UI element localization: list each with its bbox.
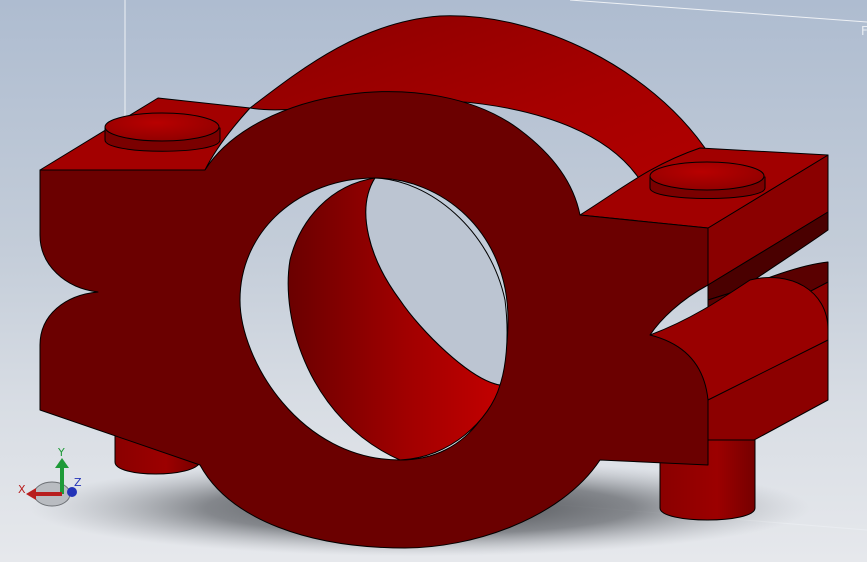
pipe-clamp-model[interactable]: [39, 15, 829, 549]
triad-y-arrow: [55, 458, 69, 468]
triad-x-label: X: [18, 483, 26, 496]
right-bolt-head[interactable]: [649, 161, 766, 199]
model-scene[interactable]: Y X Z: [0, 0, 867, 562]
triad-y-label: Y: [57, 446, 65, 459]
viewport-corner-text: F: [861, 24, 867, 38]
left-bolt-head[interactable]: [104, 112, 221, 152]
graphics-viewport[interactable]: Y X Z F: [0, 0, 867, 562]
triad-x-arrow: [26, 488, 36, 500]
triad-z-label: Z: [74, 476, 82, 489]
